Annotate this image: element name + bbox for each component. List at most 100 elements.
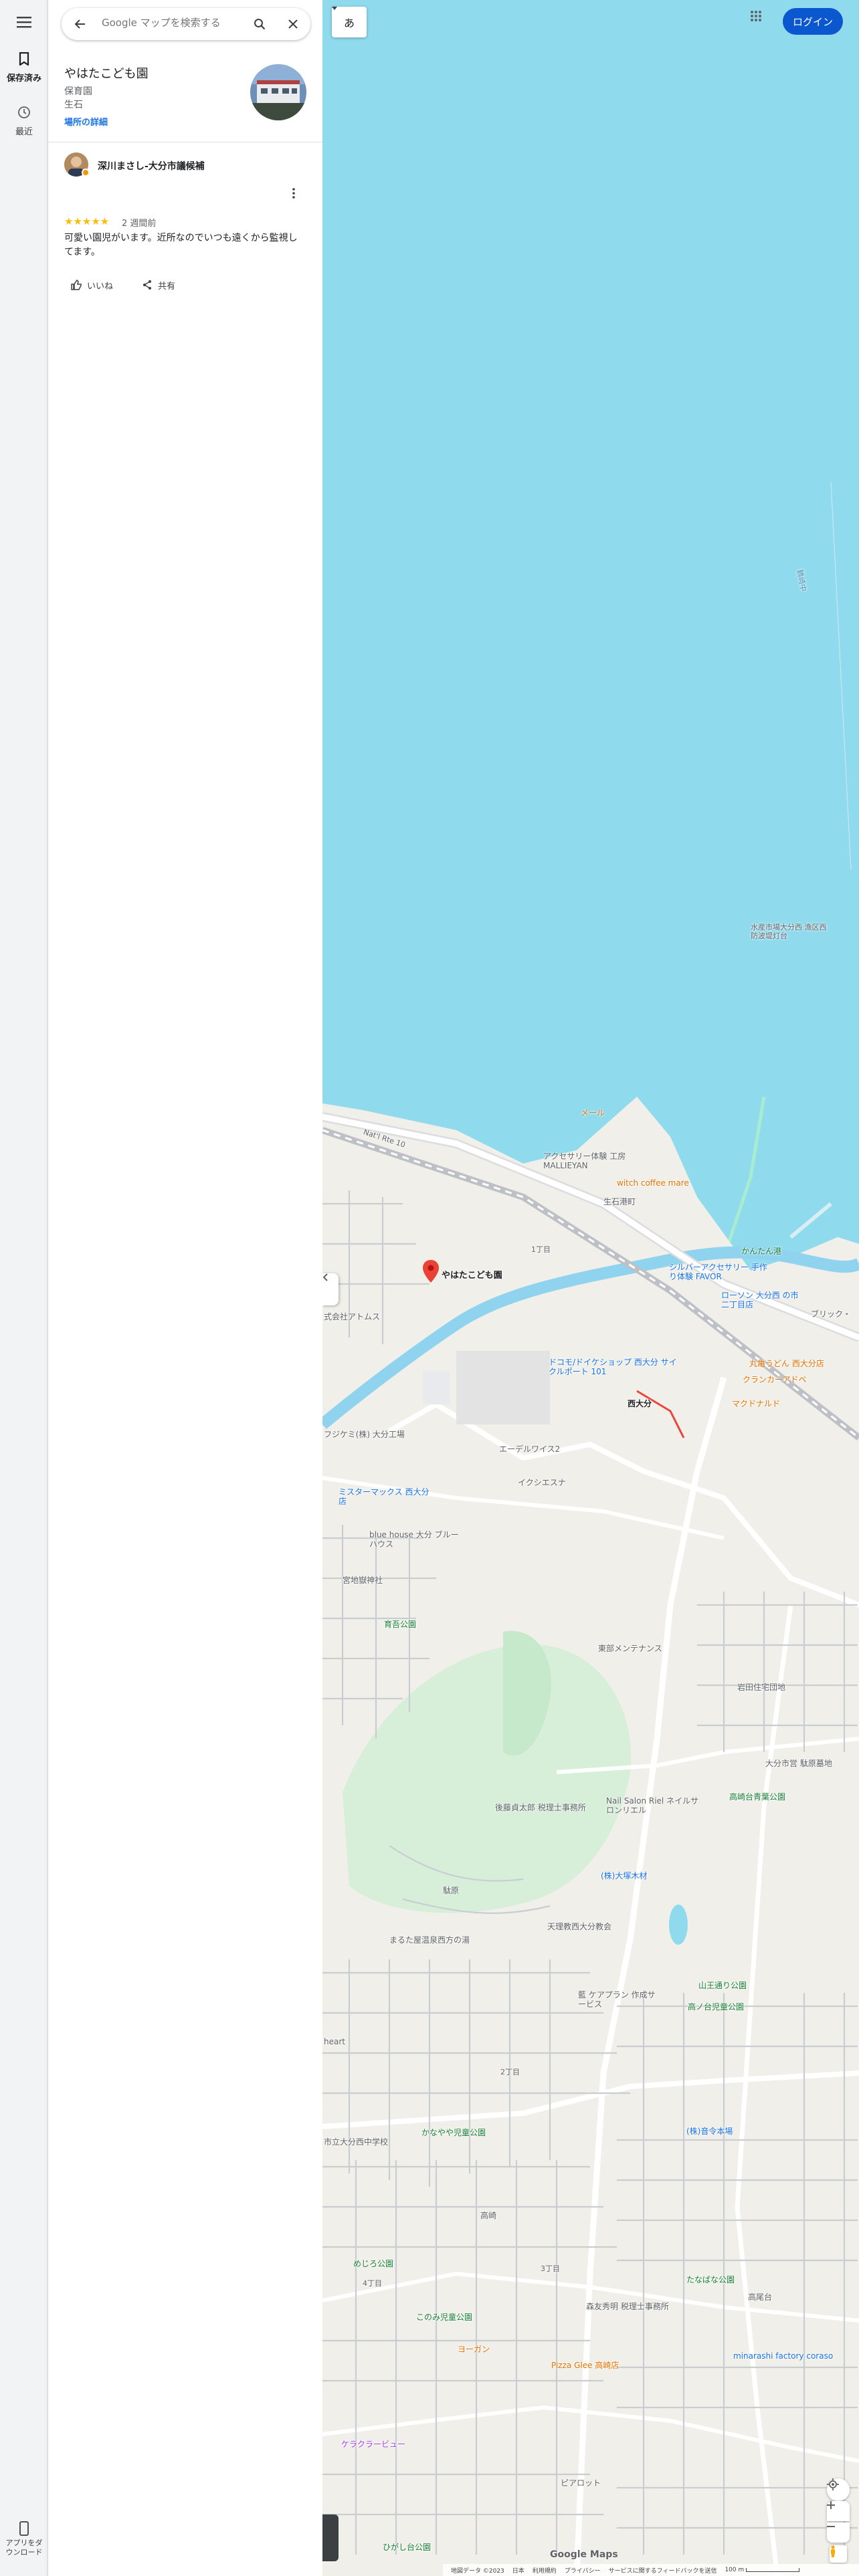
- poi-takasaki-aoba[interactable]: 高崎台青葉公園: [729, 1791, 785, 1802]
- poi-sanno-park[interactable]: 山王通り公園: [698, 1979, 747, 1991]
- search-icon: [254, 19, 266, 30]
- app-download-button[interactable]: アプリをダ ウンロード: [0, 2521, 48, 2557]
- footer-country[interactable]: 日本: [512, 2566, 524, 2575]
- poi-mister-max[interactable]: ミスターマックス 西大分店: [339, 1487, 432, 1506]
- reviewer-name[interactable]: 深川まさし-大分市議候補: [98, 159, 205, 173]
- poi-blue-house[interactable]: blue house 大分 ブルーハウス: [369, 1530, 463, 1549]
- my-location-button[interactable]: [827, 2478, 850, 2501]
- footer-privacy[interactable]: プライバシー: [565, 2566, 601, 2575]
- poi-edelweiss[interactable]: エーデルワイス2: [499, 1443, 560, 1455]
- poi-mall[interactable]: メール: [581, 1107, 605, 1118]
- poi-iwata[interactable]: 岩田住宅団地: [737, 1681, 785, 1693]
- poi-fujikemi[interactable]: フジケミ(株) 大分工場: [324, 1428, 405, 1440]
- phone-icon: [19, 2521, 29, 2536]
- back-button[interactable]: [71, 15, 90, 33]
- poi-pizza[interactable]: Pizza Glee 高崎店: [551, 2359, 619, 2371]
- clear-button[interactable]: [284, 15, 302, 33]
- input-tools-button[interactable]: あ: [332, 7, 367, 37]
- map-footer: 地図データ ©2023 日本 利用規約 プライバシー サービスに関するフィードバ…: [443, 2564, 859, 2576]
- pegman-icon: [831, 2545, 835, 2557]
- chevron-left-icon: [322, 1273, 328, 1281]
- review-text: 可愛い園児がいます。近所なのでいつも遠くから監視してます。: [64, 233, 298, 257]
- poi-claw[interactable]: クランカーアドベ: [743, 1374, 807, 1385]
- block-3-chome: 3丁目: [541, 2264, 560, 2273]
- area-oishi-port: 生石港町: [603, 1197, 636, 1206]
- poi-mejiro-park[interactable]: めじろ公園: [353, 2258, 393, 2269]
- poi-takanodai-park[interactable]: 高ノ台児童公園: [688, 2001, 744, 2012]
- poi-lighthouse[interactable]: 水産市場大分西 漁区西防波堤灯台: [751, 923, 831, 940]
- close-icon: [288, 19, 298, 29]
- place-details-link[interactable]: 場所の詳細: [64, 115, 108, 128]
- poi-atom[interactable]: 式会社アトムス: [324, 1311, 380, 1322]
- menu-button[interactable]: [0, 16, 48, 31]
- poi-kantan-port[interactable]: かんたん港: [741, 1245, 781, 1257]
- poi-miyajidake[interactable]: 宮地嶽神社: [343, 1574, 383, 1586]
- app-download-label-1: アプリをダ: [5, 2539, 43, 2547]
- collapse-panel-button[interactable]: [322, 1273, 339, 1305]
- selected-place-label[interactable]: やはたこども園: [442, 1268, 502, 1281]
- poi-junior-high[interactable]: 市立大分西中学校: [324, 2136, 388, 2147]
- arrow-back-icon: [74, 19, 85, 29]
- poi-tobu[interactable]: 東部メンテナンス: [598, 1642, 662, 1654]
- like-button[interactable]: いいね: [71, 277, 113, 293]
- scale-bar: [746, 2567, 800, 2572]
- poi-nail-salon[interactable]: Nail Salon Riel ネイルサロンリエル: [606, 1796, 706, 1815]
- block-4-chome: 4丁目: [363, 2279, 382, 2288]
- poi-ixi[interactable]: イクシエスナ: [518, 1477, 566, 1488]
- poi-tanabana-park[interactable]: たなばな公園: [686, 2274, 735, 2285]
- poi-kanaya-park[interactable]: かなやや児童公園: [421, 2127, 486, 2138]
- history-icon: [18, 106, 30, 118]
- recent-button[interactable]: 最近: [0, 106, 48, 137]
- saved-button[interactable]: 保存済み: [0, 51, 48, 84]
- login-button[interactable]: ログイン: [783, 8, 843, 35]
- station-nishioita[interactable]: 西大分: [628, 1398, 652, 1409]
- bookmark-icon: [19, 51, 29, 67]
- poi-tenri[interactable]: 天理教西大分教会: [547, 1921, 611, 1932]
- poi-yoga[interactable]: ヨーガン: [458, 2343, 490, 2355]
- review-more-button[interactable]: [292, 187, 296, 202]
- my-location-icon: [827, 2478, 839, 2490]
- poi-silver-accessory[interactable]: シルバーアクセサリー 手作り体験 FAVOR: [669, 1263, 769, 1281]
- poi-goto-tax[interactable]: 後藤貞太郎 税理士事務所: [495, 1803, 589, 1812]
- poi-accessory[interactable]: アクセサリー体験 工房 MALLIEYAN: [543, 1152, 630, 1170]
- building-photo: [250, 64, 306, 120]
- poi-kerakura[interactable]: ケラクラービュー: [341, 2438, 405, 2450]
- map-scale[interactable]: 100 m: [725, 2567, 800, 2573]
- map-canvas[interactable]: メール アクセサリー体験 工房 MALLIEYAN witch coffee m…: [322, 0, 859, 2576]
- zoom-in-button[interactable]: [827, 2501, 850, 2521]
- left-rail: 保存済み 最近 アプリをダ ウンロード: [0, 0, 48, 2576]
- poi-park-1[interactable]: 育吾公園: [384, 1618, 416, 1630]
- poi-ai-care[interactable]: 藍 ケアプラン 作成サービス: [578, 1990, 658, 2009]
- map-data-credit: 地図データ ©2023: [451, 2567, 504, 2575]
- share-button[interactable]: 共有: [142, 277, 175, 293]
- poi-docomo[interactable]: ドコモ/ドイケショップ 西大分 サイクルポート 101: [549, 1358, 682, 1376]
- search-input[interactable]: [102, 17, 235, 29]
- poi-mori-tax[interactable]: 森友秀明 税理士事務所: [586, 2300, 669, 2312]
- poi-marugame[interactable]: 丸亀うどん 西大分店: [749, 1358, 824, 1369]
- poi-heart[interactable]: heart: [324, 2037, 345, 2046]
- poi-cemetery[interactable]: 大分市営 駄原墓地: [765, 1757, 832, 1769]
- poi-otsuka-lumber[interactable]: (株)大塚木材: [601, 1870, 647, 1881]
- poi-lawson[interactable]: ローソン 大分西 の市二丁目店: [721, 1291, 801, 1309]
- share-icon: [143, 280, 151, 290]
- poi-konomi-park[interactable]: このみ児童公園: [416, 2311, 472, 2323]
- poi-brick[interactable]: ブリック・: [811, 1308, 851, 1319]
- poi-minarashi[interactable]: minarashi factory coraso: [733, 2351, 833, 2361]
- layers-button[interactable]: [322, 2514, 339, 2561]
- poi-higashidai-park[interactable]: ひがし台公園: [383, 2541, 431, 2553]
- poi-onsen[interactable]: まるた屋温泉西方の湯: [389, 1934, 470, 1945]
- footer-feedback[interactable]: サービスに関するフィードバックを送信: [609, 2566, 717, 2575]
- poi-mcdonalds[interactable]: マクドナルド: [732, 1398, 780, 1409]
- poi-witch-coffee[interactable]: witch coffee mare: [617, 1178, 689, 1188]
- zoom-out-button[interactable]: [827, 2523, 850, 2543]
- search-button[interactable]: [250, 15, 269, 33]
- saved-label: 保存済み: [6, 74, 41, 84]
- footer-terms[interactable]: 利用規約: [533, 2566, 557, 2575]
- google-apps-button[interactable]: [751, 11, 775, 35]
- more-vert-icon: [292, 188, 295, 199]
- poi-kabu[interactable]: (株)音令本場: [686, 2125, 733, 2137]
- pegman-button[interactable]: [830, 2545, 847, 2563]
- side-panel: やはたこども園 保育園 生石 場所の詳細 深川まさし-大分市議候補 ★★★★★ …: [48, 0, 322, 2576]
- poi-piarotto[interactable]: ピアロット: [561, 2477, 601, 2488]
- place-thumbnail[interactable]: [250, 64, 306, 120]
